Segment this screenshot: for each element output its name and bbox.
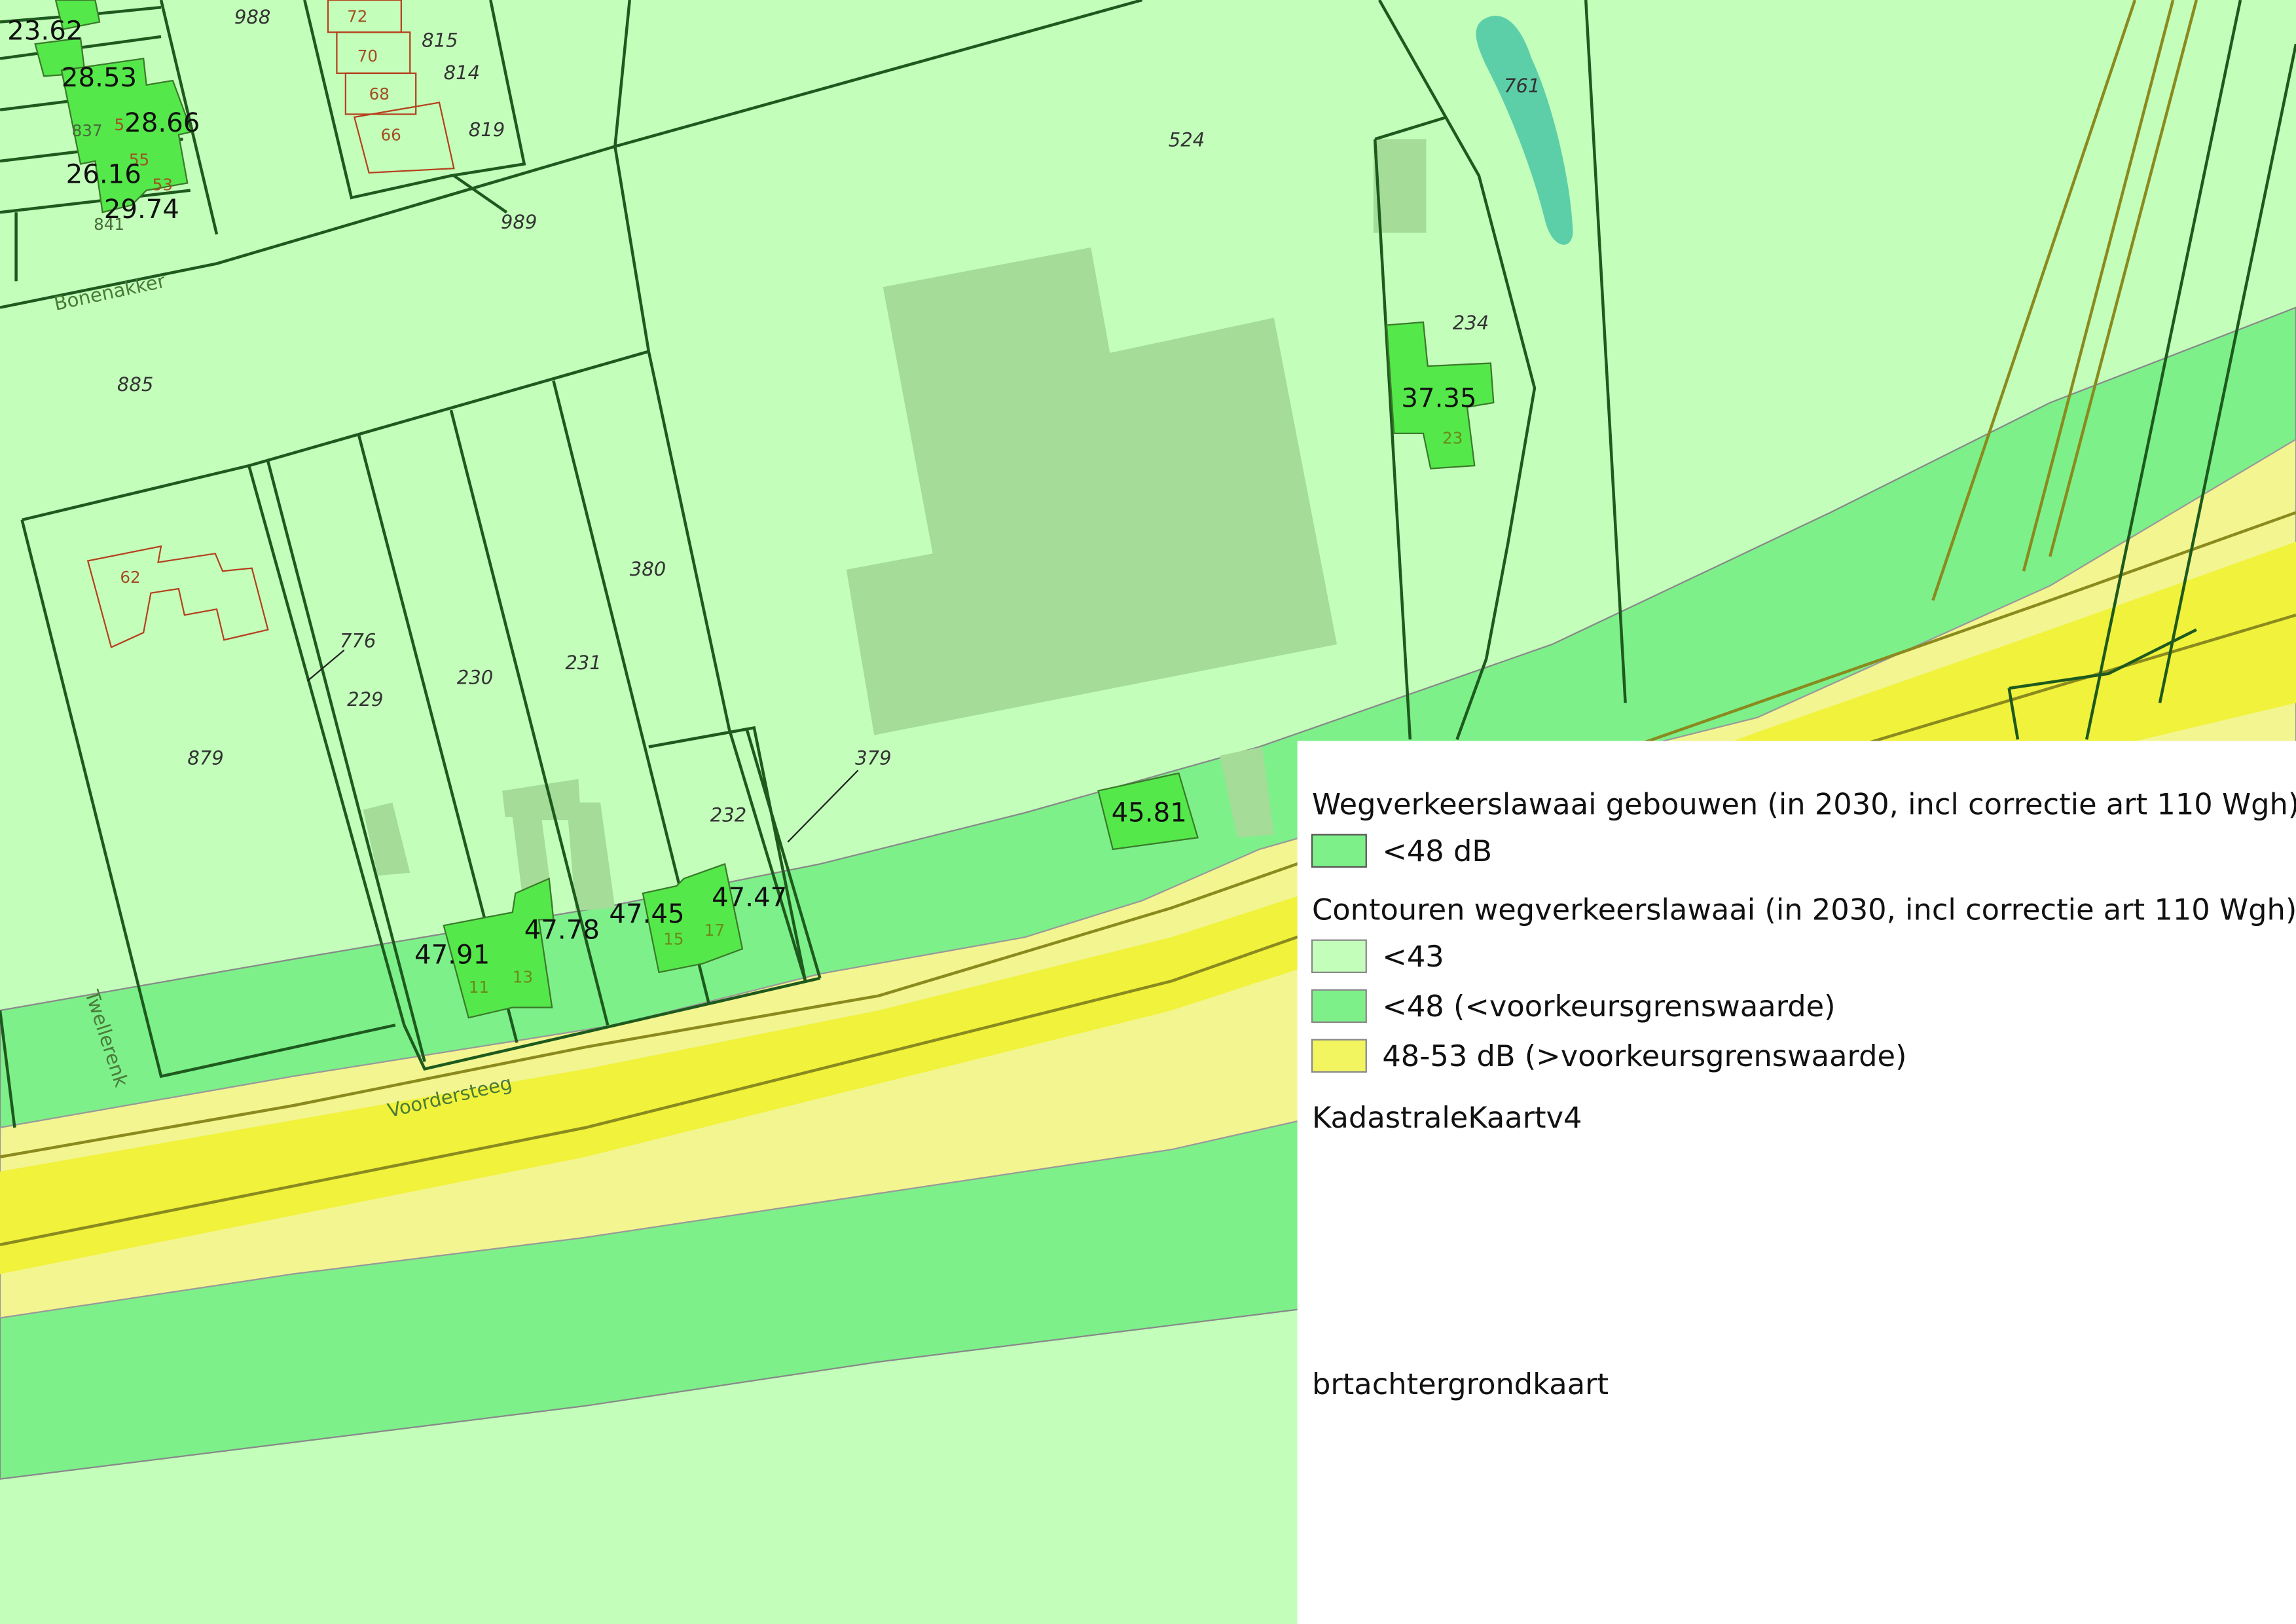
parcel-380: 380 [630, 558, 666, 580]
house-17: 17 [704, 921, 725, 940]
noise-map[interactable]: 988 815 814 819 989 524 761 234 885 380 … [0, 0, 2296, 1624]
db-label-45-81: 45.81 [1112, 798, 1187, 828]
house-62: 62 [120, 568, 140, 587]
legend-background [1297, 741, 2296, 1624]
legend-brt-achtergrondkaart: brtachtergrondkaart [1312, 1367, 1609, 1401]
house-837: 837 [72, 121, 103, 140]
legend-48-53-label: 48-53 dB (>voorkeursgrenswaarde) [1382, 1039, 1906, 1073]
house-23: 23 [1442, 429, 1463, 448]
db-label-29-74: 29.74 [104, 194, 179, 225]
legend-lt48-label: <48 (<voorkeursgrenswaarde) [1382, 989, 1835, 1024]
db-label-47-47: 47.47 [712, 883, 787, 913]
parcel-379: 379 [855, 747, 891, 769]
legend-group1-title: Wegverkeerslawaai gebouwen (in 2030, inc… [1312, 786, 2296, 821]
parcel-814: 814 [444, 62, 480, 84]
db-label-47-45: 47.45 [609, 899, 684, 929]
parcel-776: 776 [340, 629, 376, 652]
legend-swatch-lt43 [1311, 939, 1367, 973]
legend-swatch-lt48 [1311, 989, 1367, 1024]
db-label-47-78: 47.78 [524, 915, 600, 945]
parcel-761: 761 [1504, 75, 1540, 97]
house-53: 53 [153, 175, 173, 194]
house-11: 11 [469, 978, 489, 997]
db-label-26-16: 26.16 [66, 160, 141, 190]
parcel-885: 885 [117, 373, 153, 396]
house-66: 66 [381, 126, 401, 145]
parcel-819: 819 [469, 119, 505, 141]
parcel-230: 230 [457, 666, 493, 688]
parcel-879: 879 [187, 747, 223, 769]
legend-swatch-building-lt48 [1311, 834, 1367, 868]
house-15: 15 [663, 929, 683, 948]
db-label-23-62: 23.62 [7, 16, 82, 46]
parcel-231: 231 [565, 652, 601, 674]
legend-building-lt48-label: <48 dB [1382, 834, 1492, 868]
parcel-815: 815 [422, 29, 458, 52]
parcel-524: 524 [1169, 129, 1205, 151]
legend-lt43-label: <43 [1382, 939, 1444, 974]
parcel-988: 988 [234, 6, 270, 28]
house-5: 5 [114, 115, 124, 134]
parcel-229: 229 [347, 688, 383, 710]
db-label-28-53: 28.53 [62, 63, 137, 93]
house-70: 70 [357, 46, 378, 65]
db-label-47-91: 47.91 [414, 940, 490, 970]
legend-kadastrale-kaart: KadastraleKaartv4 [1312, 1100, 1582, 1135]
legend-group2-title: Contouren wegverkeerslawaai (in 2030, in… [1312, 892, 2296, 927]
house-13: 13 [513, 968, 533, 987]
parcel-232: 232 [710, 804, 746, 826]
db-label-28-66: 28.66 [124, 108, 200, 138]
legend-swatch-48-53 [1311, 1039, 1367, 1073]
house-72: 72 [347, 7, 367, 26]
house-68: 68 [369, 84, 390, 103]
db-label-37-35: 37.35 [1401, 384, 1476, 414]
parcel-234: 234 [1453, 312, 1489, 334]
legend: Wegverkeerslawaai gebouwen (in 2030, inc… [1297, 741, 2296, 1624]
parcel-989: 989 [501, 211, 537, 233]
